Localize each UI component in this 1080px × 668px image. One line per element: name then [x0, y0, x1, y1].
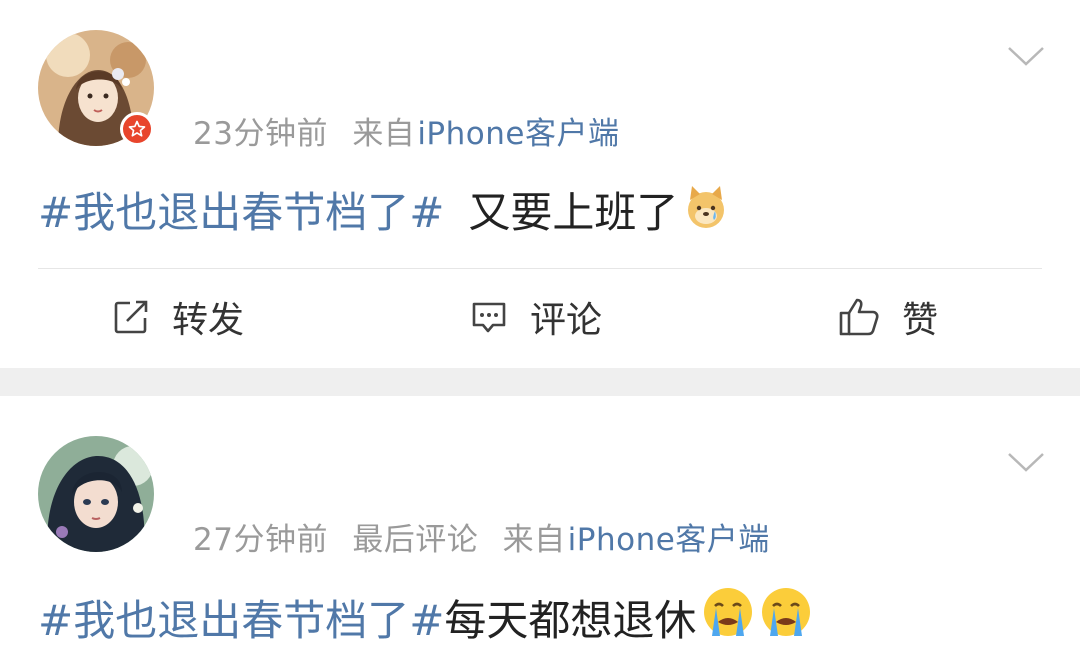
post-meta: 27分钟前 最后评论 来自iPhone客户端 [193, 514, 770, 559]
source-prefix: 来自 [352, 116, 416, 152]
thumbs-up-icon [839, 298, 879, 336]
post-content: #我也退出春节档了# 又要上班了 [38, 178, 728, 240]
repost-button[interactable]: 转发 [112, 284, 244, 350]
verified-badge-icon [120, 112, 154, 146]
post-text: 每天都想退休 [444, 595, 697, 645]
crying-face-emoji-icon [760, 586, 812, 648]
comment-label: 评论 [530, 300, 603, 341]
comment-icon [472, 302, 506, 333]
post-text: 又要上班了 [468, 187, 679, 237]
repost-label: 转发 [172, 300, 245, 341]
comment-button[interactable]: 评论 [470, 284, 602, 350]
last-comment-label: 最后评论 [352, 522, 479, 558]
source-link[interactable]: iPhone客户端 [568, 522, 770, 558]
action-bar: 转发 评论 赞 [0, 284, 1080, 350]
divider [38, 268, 1042, 269]
post-card: 27分钟前 最后评论 来自iPhone客户端 #我也退出春节档了# 每天都想退休 [0, 396, 1080, 668]
post-separator [0, 368, 1080, 396]
topic-link[interactable]: #我也退出春节档了# [38, 179, 444, 240]
post-meta: 23分钟前 来自iPhone客户端 [193, 108, 619, 153]
avatar[interactable] [38, 436, 154, 552]
post-content: #我也退出春节档了# 每天都想退休 [38, 586, 812, 648]
repost-icon [114, 300, 148, 334]
post-time: 27分钟前 [193, 522, 328, 558]
like-label: 赞 [902, 300, 939, 341]
chevron-down-icon[interactable] [1006, 44, 1046, 68]
crying-dog-emoji-icon [684, 178, 728, 240]
chevron-down-icon[interactable] [1006, 450, 1046, 474]
post-time: 23分钟前 [193, 116, 328, 152]
crying-face-emoji-icon [702, 586, 754, 648]
post-card: 23分钟前 来自iPhone客户端 #我也退出春节档了# 又要上班了 转发 评论… [0, 0, 1080, 368]
source-link[interactable]: iPhone客户端 [417, 116, 619, 152]
topic-link[interactable]: #我也退出春节档了# [38, 587, 444, 648]
source-prefix: 来自 [502, 522, 566, 558]
like-button[interactable]: 赞 [838, 284, 938, 350]
